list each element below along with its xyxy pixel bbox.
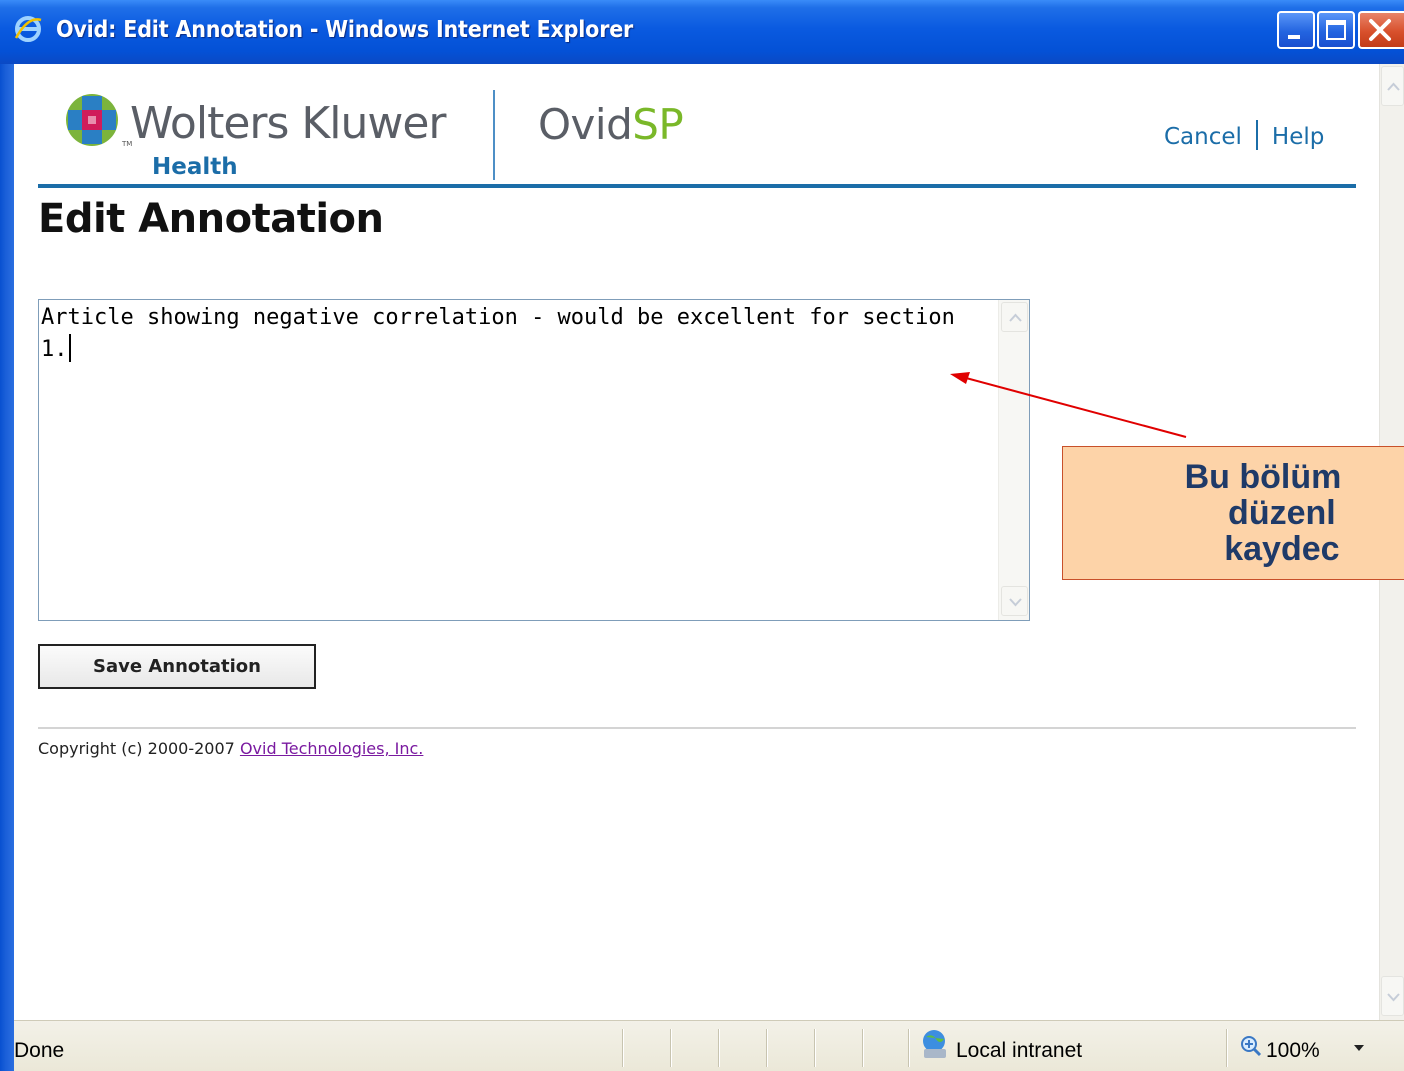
status-bar: Done Local intranet 100% [14,1020,1404,1071]
header-rule [38,184,1356,188]
status-text: Done [14,1039,65,1062]
link-separator [1255,120,1258,150]
local-intranet-icon [923,1030,946,1058]
callout-box: Bu bölüm düzenl kaydec [1062,446,1404,580]
annotation-value: Article showing negative correlation - w… [41,305,969,362]
chevron-up-icon [1387,82,1400,91]
zoom-level[interactable]: 100% [1266,1039,1320,1063]
status-separator [766,1029,768,1067]
textarea-scroll-up-button[interactable] [1001,302,1028,332]
scroll-up-button[interactable] [1381,66,1404,106]
brand-name: Wolters Kluwer [130,98,447,149]
maximize-button[interactable] [1317,11,1355,49]
help-link[interactable]: Help [1272,124,1324,150]
copyright-text: Copyright (c) 2000-2007 [38,739,240,758]
status-separator [622,1029,624,1067]
header-divider [493,90,495,180]
save-annotation-button[interactable]: Save Annotation [38,644,316,689]
page-title: Edit Annotation [38,196,384,242]
ie-icon [14,16,42,42]
zone-label: Local intranet [956,1039,1083,1062]
ovidsp-logo: OvidSP [538,100,684,149]
minimize-icon [1288,35,1300,39]
chevron-down-icon[interactable] [1354,1045,1364,1051]
window-title: Ovid: Edit Annotation - Windows Internet… [56,17,634,43]
window-frame [0,64,14,1071]
header-links: Cancel Help [1164,120,1324,150]
status-separator [1226,1029,1228,1067]
copyright: Copyright (c) 2000-2007 Ovid Technologie… [38,739,423,758]
annotation-text[interactable]: Article showing negative correlation - w… [41,302,991,618]
ovid-logo-prefix: Ovid [538,100,633,149]
textarea-scrollbar[interactable] [998,300,1029,620]
ovid-technologies-link[interactable]: Ovid Technologies, Inc. [240,739,423,758]
maximize-icon [1326,20,1346,40]
status-separator [670,1029,672,1067]
wk-globe-icon [66,94,118,146]
close-icon [1369,19,1391,41]
scroll-down-button[interactable] [1381,976,1404,1016]
annotation-textarea[interactable]: Article showing negative correlation - w… [38,299,1030,621]
status-separator [862,1029,864,1067]
callout-text: Bu bölüm düzenl kaydec [1184,458,1342,568]
zoom-icon[interactable] [1240,1035,1262,1057]
wolters-kluwer-logo: TM Wolters Kluwer Health [64,88,504,183]
brand-sub: Health [152,154,238,180]
chevron-down-icon [1387,993,1400,1002]
ovid-logo-suffix: SP [632,100,684,149]
text-caret [68,334,71,362]
cancel-link[interactable]: Cancel [1164,124,1242,150]
minimize-button[interactable] [1277,11,1315,49]
chevron-up-icon [1009,313,1022,322]
status-separator [718,1029,720,1067]
chevron-down-icon [1009,598,1022,607]
textarea-scroll-down-button[interactable] [1001,586,1028,616]
footer-rule [38,727,1356,729]
status-separator [814,1029,816,1067]
close-button[interactable] [1358,11,1404,49]
status-separator [908,1029,910,1067]
window-titlebar[interactable]: Ovid: Edit Annotation - Windows Internet… [0,0,1404,64]
